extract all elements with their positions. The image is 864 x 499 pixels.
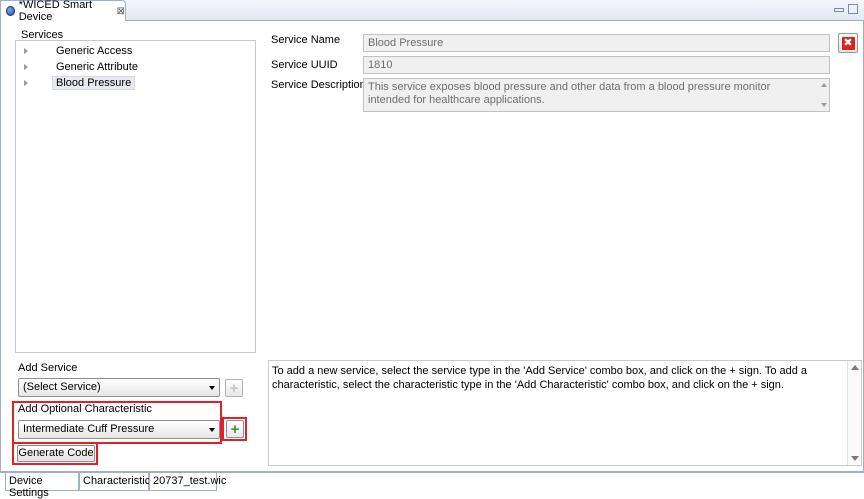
service-description-text: This service exposes blood pressure and … bbox=[368, 81, 771, 106]
generate-code-button[interactable]: Generate Code bbox=[17, 445, 95, 462]
delete-icon: ✖ bbox=[841, 36, 855, 50]
expand-arrow-icon[interactable] bbox=[24, 47, 28, 54]
service-description-label: Service Description bbox=[271, 79, 366, 91]
add-characteristic-button[interactable]: + bbox=[226, 420, 244, 438]
plus-icon: + bbox=[230, 420, 240, 438]
tree-item-generic-attribute[interactable]: Generic Attribute bbox=[24, 59, 142, 74]
add-service-button[interactable]: + bbox=[225, 379, 243, 397]
editor-tab-title: *WICED Smart Device bbox=[18, 0, 93, 23]
add-characteristic-combo[interactable]: Intermediate Cuff Pressure bbox=[18, 420, 220, 439]
tree-item-blood-pressure[interactable]: Blood Pressure bbox=[24, 75, 136, 90]
tree-item-label: Generic Access bbox=[56, 44, 133, 57]
wiced-app-icon bbox=[6, 6, 15, 16]
chevron-down-icon[interactable] bbox=[209, 428, 215, 432]
bottom-tab-bar: Device Settings Characteristics 20737_te… bbox=[0, 472, 864, 499]
tree-item-label: Generic Attribute bbox=[56, 60, 138, 73]
tree-item-label: Blood Pressure bbox=[52, 75, 136, 90]
scroll-up-icon[interactable] bbox=[821, 83, 827, 87]
maximize-icon[interactable] bbox=[848, 4, 858, 14]
tab-20737-test-wic[interactable]: 20737_test.wic bbox=[149, 473, 226, 491]
plus-icon: + bbox=[229, 379, 239, 397]
help-text: To add a new service, select the service… bbox=[272, 365, 808, 391]
scroll-down-icon[interactable] bbox=[821, 103, 827, 107]
service-name-label: Service Name bbox=[271, 34, 341, 46]
add-characteristic-label: Add Optional Characteristic bbox=[18, 403, 152, 415]
add-service-combo-value: (Select Service) bbox=[23, 381, 101, 393]
close-icon[interactable]: ⊠ bbox=[117, 6, 125, 17]
delete-service-button[interactable]: ✖ bbox=[838, 33, 858, 53]
add-service-label: Add Service bbox=[18, 362, 78, 374]
add-characteristic-combo-value: Intermediate Cuff Pressure bbox=[23, 423, 155, 435]
service-description-field[interactable]: This service exposes blood pressure and … bbox=[363, 78, 830, 112]
services-tree[interactable]: Generic Access Generic Attribute Blood P… bbox=[15, 40, 256, 353]
tab-device-settings[interactable]: Device Settings bbox=[5, 473, 79, 499]
editor-tab-wiced-smart-device[interactable]: *WICED Smart Device ⊠ bbox=[0, 0, 126, 23]
help-text-box: To add a new service, select the service… bbox=[268, 360, 862, 466]
editor-tab-bar: *WICED Smart Device ⊠ bbox=[0, 0, 864, 23]
service-uuid-field[interactable]: 1810 bbox=[363, 56, 830, 74]
minimize-icon[interactable] bbox=[834, 8, 844, 12]
scroll-down-icon[interactable] bbox=[851, 456, 859, 461]
chevron-down-icon[interactable] bbox=[209, 386, 215, 390]
expand-arrow-icon[interactable] bbox=[24, 79, 28, 86]
service-uuid-label: Service UUID bbox=[271, 59, 338, 71]
tree-item-generic-access[interactable]: Generic Access bbox=[24, 43, 136, 58]
scroll-up-icon[interactable] bbox=[851, 365, 859, 370]
expand-arrow-icon[interactable] bbox=[24, 63, 28, 70]
help-scrollbar[interactable] bbox=[847, 361, 861, 465]
service-name-field[interactable]: Blood Pressure bbox=[363, 34, 830, 52]
add-service-combo[interactable]: (Select Service) bbox=[18, 378, 220, 397]
tab-characteristics[interactable]: Characteristics bbox=[79, 473, 156, 491]
